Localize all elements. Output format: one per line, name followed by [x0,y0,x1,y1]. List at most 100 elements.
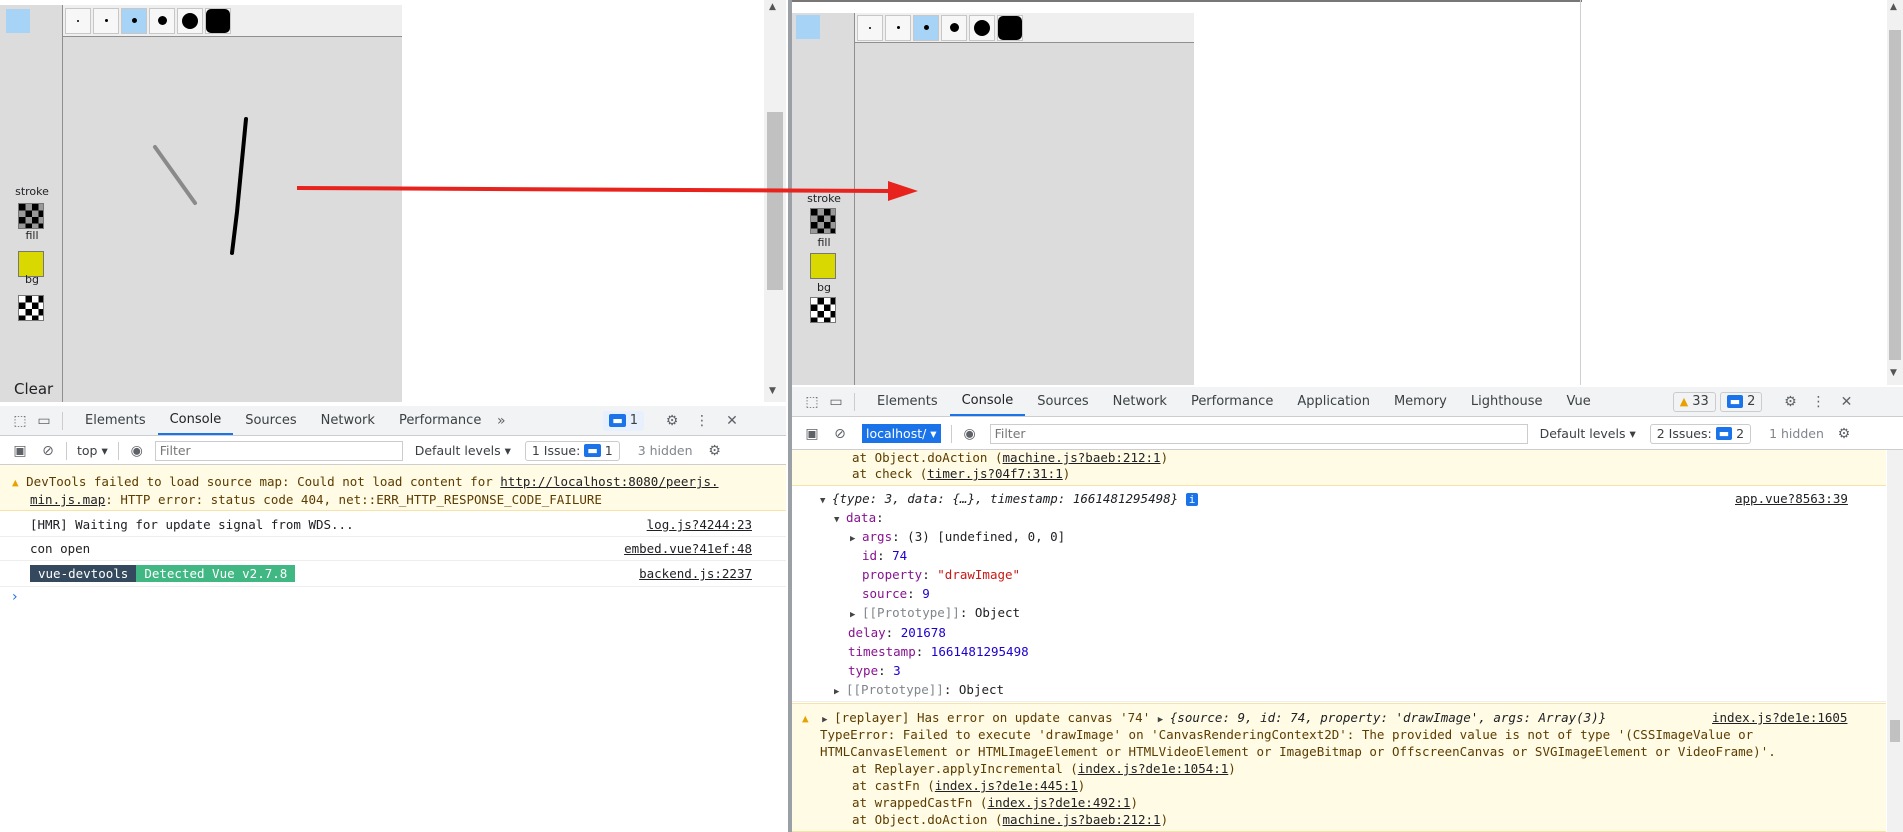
gear-icon[interactable]: ⚙ [1782,394,1798,410]
console-settings-gear-icon[interactable]: ⚙ [1836,426,1852,442]
scroll-down-icon[interactable]: ▼ [769,386,776,396]
messages-badge[interactable]: ▬ 2 [1719,391,1763,412]
tab-elements[interactable]: Elements [865,387,950,416]
clear-console-icon[interactable]: ⊘ [40,443,56,459]
right-filter-input[interactable]: Filter [989,423,1528,444]
tab-lighthouse[interactable]: Lighthouse [1459,387,1555,416]
console-prompt[interactable]: › [12,589,18,605]
inspect-icon[interactable]: ⬚ [804,394,820,410]
object-summary[interactable]: ▼ {type: 3, data: {…}, timestamp: 1661481… [820,491,1199,507]
double-chevron-icon[interactable]: » [493,413,509,429]
right-scroll-thumb[interactable] [1889,30,1901,360]
stack-link[interactable]: machine.js?baeb:212:1 [1003,812,1161,827]
stack-text: ) [1160,812,1169,827]
clear-console-icon[interactable]: ⊘ [832,426,848,442]
left-messages-badge[interactable]: ▬ 1 [603,410,645,431]
eye-icon[interactable]: ◉ [129,443,145,459]
device-toggle-icon[interactable]: ▭ [36,413,52,429]
scroll-up-icon[interactable]: ▲ [769,2,776,12]
tab-network[interactable]: Network [309,406,387,435]
brush-size-6[interactable] [997,14,1023,41]
tab-application[interactable]: Application [1285,387,1382,416]
console-settings-gear-icon[interactable]: ⚙ [707,443,723,459]
left-scroll-thumb[interactable] [767,112,783,290]
kebab-menu-icon[interactable]: ⋮ [1810,394,1826,410]
object-prop-data[interactable]: ▼ data: [834,510,884,526]
right-stroke-swatch[interactable] [810,208,836,234]
brush-size-5[interactable] [969,14,995,41]
scroll-up-icon[interactable]: ▲ [1890,2,1897,12]
levels-select[interactable]: Default levels ▾ [415,443,511,458]
right-page-scrollbar[interactable]: ▲ ▼ [1887,0,1903,385]
object-prop-prototype[interactable]: ▶ [[Prototype]]: Object [850,605,1020,621]
brush-size-4[interactable] [149,7,175,34]
left-color-swatch-top[interactable] [6,9,30,33]
tab-memory[interactable]: Memory [1382,387,1459,416]
right-drawing-canvas[interactable] [855,43,1194,385]
tab-elements[interactable]: Elements [73,406,158,435]
right-bg-swatch[interactable] [810,297,836,323]
inspect-icon[interactable]: ⬚ [12,413,28,429]
brush-size-3[interactable] [913,14,939,41]
gear-icon[interactable]: ⚙ [664,413,680,429]
tab-performance[interactable]: Performance [387,406,493,435]
console-scrollbar[interactable] [1887,450,1903,832]
sidebar-toggle-icon[interactable]: ▣ [12,443,28,459]
tab-performance[interactable]: Performance [1179,387,1285,416]
stack-link[interactable]: index.js?de1e:1054:1 [1078,761,1229,776]
stack-link[interactable]: index.js?de1e:492:1 [987,795,1130,810]
brush-size-1[interactable] [857,14,883,41]
close-icon[interactable]: ✕ [724,413,740,429]
device-toggle-icon[interactable]: ▭ [828,394,844,410]
sourcemap-link[interactable]: http://localhost:8080/peerjs. [500,474,718,489]
left-fill-label: fill [25,229,39,242]
brush-size-5[interactable] [177,7,203,34]
context-select[interactable]: top ▾ [77,443,108,458]
left-page-scrollbar[interactable]: ▲ ▼ [764,0,786,402]
tab-sources[interactable]: Sources [1025,387,1100,416]
error-source-link[interactable]: index.js?de1e:1605 [1712,709,1847,726]
error-stack-line: at castFn (index.js?de1e:445:1) [852,777,1085,794]
scroll-down-icon[interactable]: ▼ [1890,368,1897,378]
levels-select[interactable]: Default levels ▾ [1540,426,1636,441]
sidebar-toggle-icon[interactable]: ▣ [804,426,820,442]
message-source-link[interactable]: backend.js:2237 [639,566,752,581]
left-filter-input[interactable]: Filter [154,440,403,461]
brush-size-2[interactable] [885,14,911,41]
tab-console[interactable]: Console [949,387,1026,416]
context-select[interactable]: localhost/ ▾ [862,424,941,443]
tab-network[interactable]: Network [1101,387,1179,416]
kebab-menu-icon[interactable]: ⋮ [694,413,710,429]
brush-size-6[interactable] [205,7,231,34]
tab-sources[interactable]: Sources [233,406,308,435]
close-icon[interactable]: ✕ [1838,394,1854,410]
left-bg-swatch[interactable] [18,295,44,321]
console-scroll-thumb[interactable] [1890,720,1900,742]
object-source-link[interactable]: app.vue?8563:39 [1735,491,1848,506]
right-color-swatch-top[interactable] [796,15,820,39]
brush-size-1[interactable] [65,7,91,34]
message-source-link[interactable]: embed.vue?41ef:48 [624,541,752,556]
stack-link[interactable]: index.js?de1e:445:1 [935,778,1078,793]
stack-link[interactable]: machine.js?baeb:212:1 [1003,450,1161,465]
warnings-badge[interactable]: ▲ 33 [1672,391,1716,412]
eye-icon[interactable]: ◉ [962,426,978,442]
left-drawing-canvas[interactable] [63,37,402,402]
left-issues-button[interactable]: 1 Issue: ▬ 1 [524,440,620,461]
object-prop-args[interactable]: ▶ args: (3) [undefined, 0, 0] [850,529,1065,545]
tab-console[interactable]: Console [157,406,234,435]
brush-size-4[interactable] [941,14,967,41]
message-source-link[interactable]: log.js?4244:23 [647,517,752,532]
error-object[interactable]: {source: 9, id: 74, property: 'drawImage… [1170,710,1607,725]
left-stroke-swatch[interactable] [18,203,44,229]
left-clear-button[interactable]: Clear [14,380,53,398]
tab-vue[interactable]: Vue [1555,387,1603,416]
brush-size-2[interactable] [93,7,119,34]
right-fill-swatch[interactable] [810,253,836,279]
stack-link[interactable]: timer.js?04f7:31:1 [927,466,1062,481]
brush-size-3[interactable] [121,7,147,34]
object-prop-prototype[interactable]: ▶ [[Prototype]]: Object [834,682,1004,698]
error-head-text: [replayer] Has error on update canvas '7… [834,710,1158,725]
sourcemap-link-cont[interactable]: min.js.map [12,492,105,507]
right-issues-button[interactable]: 2 Issues: ▬ 2 [1649,423,1752,444]
